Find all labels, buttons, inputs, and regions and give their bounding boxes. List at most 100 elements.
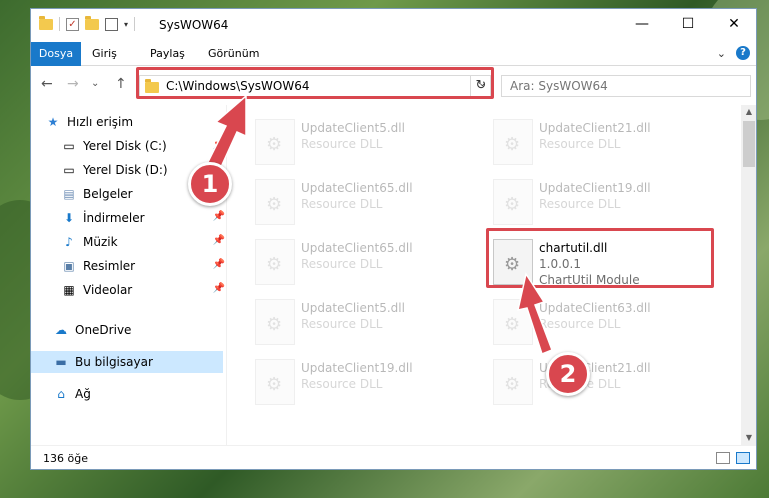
sidebar-item-label: Ağ [75, 387, 91, 401]
toolbar-divider [134, 17, 136, 31]
details-view-icon[interactable] [716, 452, 730, 464]
new-folder-icon[interactable] [85, 15, 99, 30]
expand-ribbon-icon[interactable]: ⌄ [717, 47, 726, 60]
toolbar-divider [59, 17, 60, 31]
item-count: 136 öğe [43, 452, 88, 465]
sidebar-item-label: Resimler [83, 259, 136, 273]
file-highlight-box [486, 228, 714, 288]
dll-file-icon [493, 119, 533, 165]
sidebar-item-disk-c[interactable]: ▭ Yerel Disk (C:) 📌 [61, 135, 227, 157]
file-name: UpdateClient21.dll [539, 121, 651, 135]
customize-icon[interactable] [105, 17, 118, 31]
sidebar-item-downloads[interactable]: ⬇ İndirmeler 📌 [61, 207, 227, 229]
help-icon[interactable]: ? [736, 46, 750, 60]
star-icon: ★ [47, 115, 59, 129]
download-icon: ⬇ [63, 211, 75, 225]
file-item[interactable]: UpdateClient63.dll Resource DLL [489, 293, 715, 351]
tab-view[interactable]: Görünüm [199, 42, 268, 66]
file-item[interactable]: UpdateClient19.dll Resource DLL [489, 173, 715, 231]
file-item[interactable]: UpdateClient19.dll Resource DLL [251, 353, 477, 411]
dll-file-icon [255, 179, 295, 225]
sidebar-item-label: Belgeler [83, 187, 133, 201]
view-switcher [716, 452, 750, 464]
file-item[interactable]: UpdateClient5.dll Resource DLL [251, 293, 477, 351]
sidebar-item-label: Yerel Disk (D:) [83, 163, 168, 177]
minimize-button[interactable]: — [619, 9, 665, 39]
video-icon: ▦ [63, 283, 75, 297]
quick-access-toolbar: ✓ ▾ [39, 15, 136, 31]
dll-file-icon [493, 299, 533, 345]
cloud-icon: ☁ [55, 323, 67, 337]
file-description: Resource DLL [539, 197, 621, 211]
ribbon: Dosya Giriş Paylaş Görünüm ⌄ ? [31, 42, 756, 66]
step-badge-2: 2 [546, 352, 590, 396]
vertical-scrollbar[interactable]: ▲ ▼ [741, 105, 756, 445]
sidebar-item-music[interactable]: ♪ Müzik 📌 [61, 231, 227, 253]
file-name: UpdateClient65.dll [301, 241, 413, 255]
title-bar: ✓ ▾ SysWOW64 — ☐ ✕ [31, 9, 756, 41]
sidebar-item-quick-access[interactable]: ★ Hızlı erişim [45, 111, 237, 133]
search-input[interactable] [502, 76, 750, 96]
tiles-view-icon[interactable] [736, 452, 750, 464]
folder-icon [39, 15, 53, 30]
status-bar: 136 öğe [31, 445, 756, 469]
close-button[interactable]: ✕ [711, 9, 756, 39]
address-highlight-box [136, 67, 494, 99]
file-item[interactable]: UpdateClient21.dll Resource DLL [489, 353, 715, 411]
file-name: UpdateClient19.dll [301, 361, 413, 375]
pin-icon[interactable]: 📌 [213, 259, 225, 270]
dll-file-icon [255, 299, 295, 345]
scroll-up-arrow-icon[interactable]: ▲ [741, 105, 756, 119]
up-button[interactable]: ↑ [115, 76, 127, 92]
tab-home[interactable]: Giriş [83, 42, 126, 66]
scroll-thumb[interactable] [743, 121, 755, 167]
properties-check-icon[interactable]: ✓ [66, 17, 79, 31]
scroll-down-arrow-icon[interactable]: ▼ [741, 431, 756, 445]
file-item[interactable]: UpdateClient65.dll Resource DLL [251, 233, 477, 291]
file-description: Resource DLL [301, 197, 383, 211]
dll-file-icon [255, 239, 295, 285]
dll-file-icon [255, 119, 295, 165]
file-name: UpdateClient5.dll [301, 301, 405, 315]
tab-share[interactable]: Paylaş [141, 42, 194, 66]
sidebar-item-this-pc[interactable]: ▬ Bu bilgisayar [31, 351, 223, 373]
pin-icon[interactable]: 📌 [213, 139, 225, 150]
tab-file[interactable]: Dosya [31, 42, 81, 66]
step-badge-1: 1 [188, 162, 232, 206]
recent-locations-button[interactable]: ⌄ [91, 78, 99, 89]
back-button[interactable]: ← [41, 76, 53, 92]
sidebar-item-label: Videolar [83, 283, 133, 297]
dll-file-icon [255, 359, 295, 405]
computer-icon: ▬ [55, 355, 67, 369]
pictures-icon: ▣ [63, 259, 75, 273]
file-item[interactable]: UpdateClient5.dll Resource DLL [251, 113, 477, 171]
sidebar-item-label: Müzik [83, 235, 118, 249]
file-description: Resource DLL [301, 257, 383, 271]
sidebar-item-label: Yerel Disk (C:) [83, 139, 167, 153]
pin-icon[interactable]: 📌 [213, 235, 225, 246]
pin-icon[interactable]: 📌 [213, 211, 225, 222]
file-name: UpdateClient63.dll [539, 301, 651, 315]
maximize-button[interactable]: ☐ [665, 9, 711, 39]
search-box[interactable] [501, 75, 751, 97]
pin-icon[interactable]: 📌 [213, 283, 225, 294]
drive-icon: ▭ [63, 163, 75, 177]
chevron-down-icon[interactable]: ▾ [124, 20, 128, 29]
documents-icon: ▤ [63, 187, 75, 201]
forward-button[interactable]: → [67, 76, 79, 92]
sidebar-item-onedrive[interactable]: ☁ OneDrive [53, 319, 227, 341]
file-item[interactable]: UpdateClient65.dll Resource DLL [251, 173, 477, 231]
sidebar-item-label: Bu bilgisayar [75, 355, 153, 369]
drive-icon: ▭ [63, 139, 75, 153]
file-description: Resource DLL [539, 137, 621, 151]
sidebar-item-pictures[interactable]: ▣ Resimler 📌 [61, 255, 227, 277]
dll-file-icon [493, 179, 533, 225]
window-title: SysWOW64 [159, 18, 229, 32]
file-item[interactable]: UpdateClient21.dll Resource DLL [489, 113, 715, 171]
network-icon: ⌂ [57, 387, 65, 401]
dll-file-icon [493, 359, 533, 405]
file-description: Resource DLL [301, 377, 383, 391]
sidebar-item-videos[interactable]: ▦ Videolar 📌 [61, 279, 227, 301]
file-description: Resource DLL [539, 317, 621, 331]
sidebar-item-network[interactable]: ⌂ Ağ [53, 383, 227, 405]
